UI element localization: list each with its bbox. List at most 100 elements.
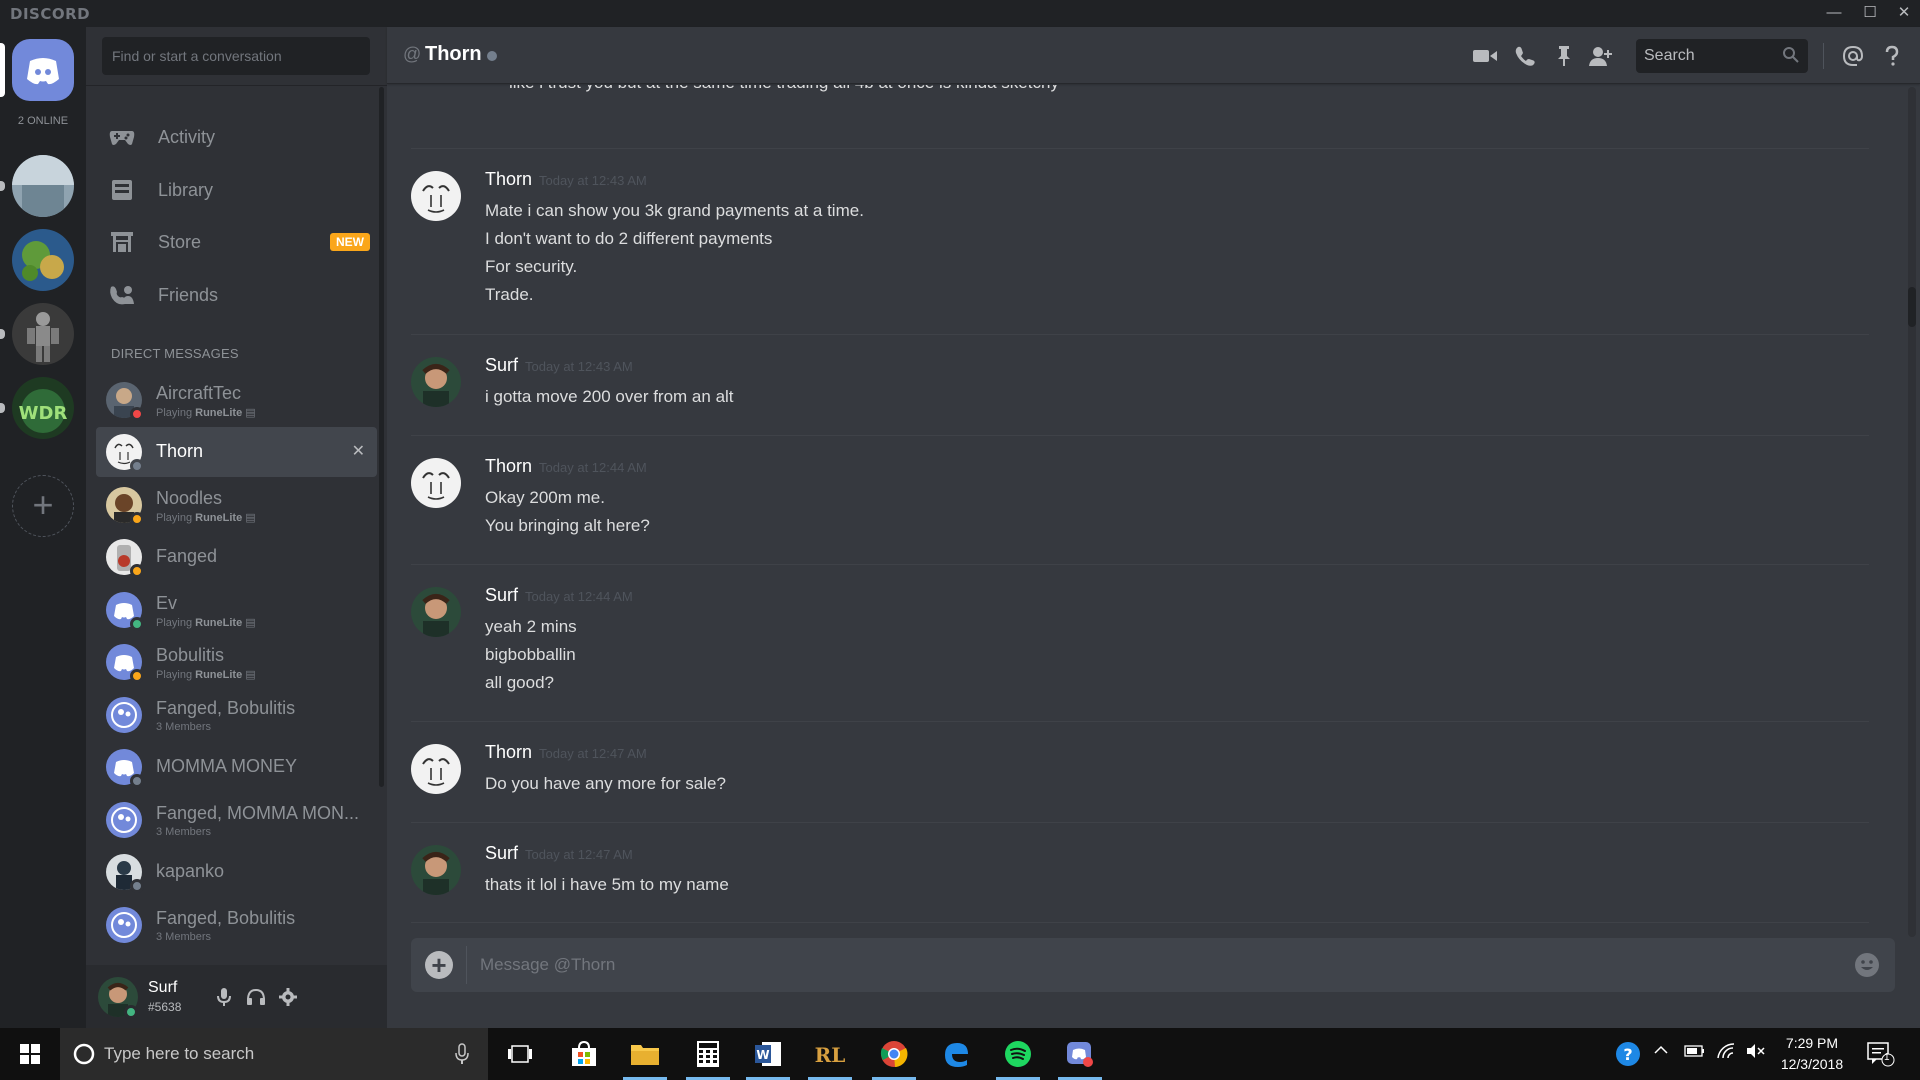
- group-dm-item[interactable]: Fanged, Bobulitis 3 Members: [96, 690, 377, 740]
- taskbar-clock[interactable]: 7:29 PM 12/3/2018: [1770, 1033, 1854, 1075]
- clock-time: 7:29 PM: [1785, 1035, 1839, 1051]
- wifi-icon[interactable]: [1716, 1042, 1738, 1063]
- message-text: Mate i can show you 3k grand payments at…: [485, 201, 864, 220]
- task-view-button[interactable]: [492, 1028, 548, 1080]
- svg-text:RL: RL: [815, 1043, 845, 1067]
- taskbar-edge[interactable]: [928, 1028, 984, 1080]
- deafen-button[interactable]: [242, 983, 270, 1011]
- dm-item[interactable]: MOMMA MONEY: [96, 742, 377, 792]
- taskbar-word[interactable]: W: [740, 1028, 796, 1080]
- volume-muted-icon[interactable]: [1745, 1042, 1767, 1063]
- nav-store-label: Store: [158, 231, 202, 252]
- server-icon-wdr[interactable]: WDR: [12, 377, 74, 439]
- taskbar-discord[interactable]: [1052, 1028, 1108, 1080]
- help-button[interactable]: [1877, 41, 1907, 71]
- server-icon-room[interactable]: [12, 155, 74, 217]
- close-window-icon[interactable]: ✕: [1884, 2, 1920, 24]
- message-author[interactable]: Thorn Today at 12:44 AM: [485, 456, 647, 477]
- chat-scrollbar-thumb[interactable]: [1908, 287, 1916, 327]
- upload-file-button[interactable]: +: [425, 951, 453, 979]
- message-author[interactable]: Surf Today at 12:43 AM: [485, 355, 633, 376]
- taskbar-file-explorer[interactable]: [617, 1028, 673, 1080]
- emoji-picker-icon[interactable]: [1853, 951, 1881, 979]
- author-avatar[interactable]: [411, 357, 461, 407]
- server-icon-armor[interactable]: [12, 303, 74, 365]
- composer-divider: [466, 946, 467, 984]
- chat-search-input[interactable]: Search: [1636, 39, 1808, 73]
- author-avatar[interactable]: [411, 744, 461, 794]
- dm-item[interactable]: Ev Playing RuneLite ▤: [96, 585, 377, 635]
- message-text: Okay 200m me.: [485, 488, 605, 507]
- microphone-icon[interactable]: [455, 1043, 469, 1065]
- find-conversation-input[interactable]: Find or start a conversation: [102, 37, 370, 75]
- home-button[interactable]: [12, 39, 74, 101]
- dm-item[interactable]: Bobulitis Playing RuneLite ▤: [96, 637, 377, 687]
- taskbar-search-placeholder: Type here to search: [104, 1044, 255, 1063]
- message-author[interactable]: Surf Today at 12:44 AM: [485, 585, 633, 606]
- task-view-icon: [508, 1045, 532, 1063]
- action-center-button[interactable]: 1: [1866, 1040, 1896, 1071]
- taskbar-spotify[interactable]: [990, 1028, 1046, 1080]
- mute-mic-button[interactable]: [210, 983, 238, 1011]
- group-dm-item[interactable]: Fanged, Bobulitis 3 Members: [96, 900, 377, 950]
- start-button[interactable]: [0, 1028, 60, 1080]
- taskbar-store-app[interactable]: [556, 1028, 612, 1080]
- header-divider: [1823, 43, 1824, 69]
- at-symbol: @: [403, 44, 422, 64]
- nav-library[interactable]: Library: [96, 167, 378, 213]
- message-input[interactable]: Message @Thorn: [480, 955, 615, 975]
- minimize-icon[interactable]: —: [1814, 2, 1854, 24]
- taskbar-search-box[interactable]: Type here to search: [60, 1028, 488, 1080]
- taskbar-chrome[interactable]: [866, 1028, 922, 1080]
- dm-name: Fanged, Bobulitis: [156, 698, 296, 718]
- dm-activity: Playing RuneLite ▤: [156, 668, 256, 681]
- nav-activity[interactable]: Activity: [96, 114, 378, 160]
- dm-item[interactable]: Fanged: [96, 532, 377, 582]
- server-icon-map[interactable]: [12, 229, 74, 291]
- author-avatar[interactable]: [411, 845, 461, 895]
- message-composer[interactable]: + Message @Thorn: [411, 938, 1895, 992]
- sidebar-scrollbar[interactable]: [379, 87, 384, 787]
- author-name: Thorn: [485, 742, 533, 762]
- status-offline-indicator: [130, 879, 144, 893]
- start-video-call-button[interactable]: [1470, 41, 1500, 71]
- author-avatar[interactable]: [411, 171, 461, 221]
- dm-item[interactable]: Noodles Playing RuneLite ▤: [96, 480, 377, 530]
- show-hidden-icons-chevron-icon[interactable]: [1653, 1042, 1669, 1061]
- mentions-button[interactable]: [1838, 41, 1868, 71]
- status-online-indicator: [130, 617, 144, 631]
- start-voice-call-button[interactable]: [1510, 41, 1540, 71]
- svg-text:?: ?: [1623, 1045, 1632, 1064]
- pinned-messages-button[interactable]: [1549, 41, 1579, 71]
- dm-name: MOMMA MONEY: [156, 756, 298, 776]
- nav-store[interactable]: Store NEW: [96, 219, 378, 265]
- close-dm-icon[interactable]: ✕: [352, 441, 365, 461]
- group-member-count: 3 Members: [156, 931, 212, 943]
- user-settings-button[interactable]: [274, 983, 302, 1011]
- author-avatar[interactable]: [411, 587, 461, 637]
- taskbar-calculator[interactable]: [680, 1028, 736, 1080]
- dm-activity: Playing RuneLite ▤: [156, 406, 256, 419]
- group-avatar: [106, 907, 142, 943]
- microsoft-store-icon: [572, 1040, 596, 1066]
- message-author[interactable]: Surf Today at 12:47 AM: [485, 843, 633, 864]
- dm-name: AircraftTec: [156, 383, 242, 403]
- message-author[interactable]: Thorn Today at 12:43 AM: [485, 169, 647, 190]
- message-text: like i trust you but at the same time tr…: [509, 85, 1059, 93]
- author-name: Surf: [485, 355, 519, 375]
- add-server-button[interactable]: +: [12, 475, 74, 537]
- dm-item-active[interactable]: Thorn ✕: [96, 427, 377, 477]
- taskbar-runelite[interactable]: RL: [802, 1028, 858, 1080]
- message-author[interactable]: Thorn Today at 12:47 AM: [485, 742, 647, 763]
- author-avatar[interactable]: [411, 458, 461, 508]
- add-friend-to-dm-button[interactable]: [1586, 41, 1616, 71]
- message-text: You bringing alt here?: [485, 516, 650, 535]
- help-tray-icon[interactable]: ?: [1614, 1040, 1642, 1071]
- nav-friends[interactable]: Friends: [96, 272, 378, 318]
- group-dm-item[interactable]: Fanged, MOMMA MON... 3 Members: [96, 795, 377, 845]
- username: Surf: [148, 979, 178, 996]
- dm-item[interactable]: kapanko: [96, 847, 377, 897]
- dm-item[interactable]: AircraftTec Playing RuneLite ▤: [96, 375, 377, 425]
- battery-icon[interactable]: [1684, 1044, 1706, 1061]
- chat-scrollbar-track[interactable]: [1908, 87, 1916, 937]
